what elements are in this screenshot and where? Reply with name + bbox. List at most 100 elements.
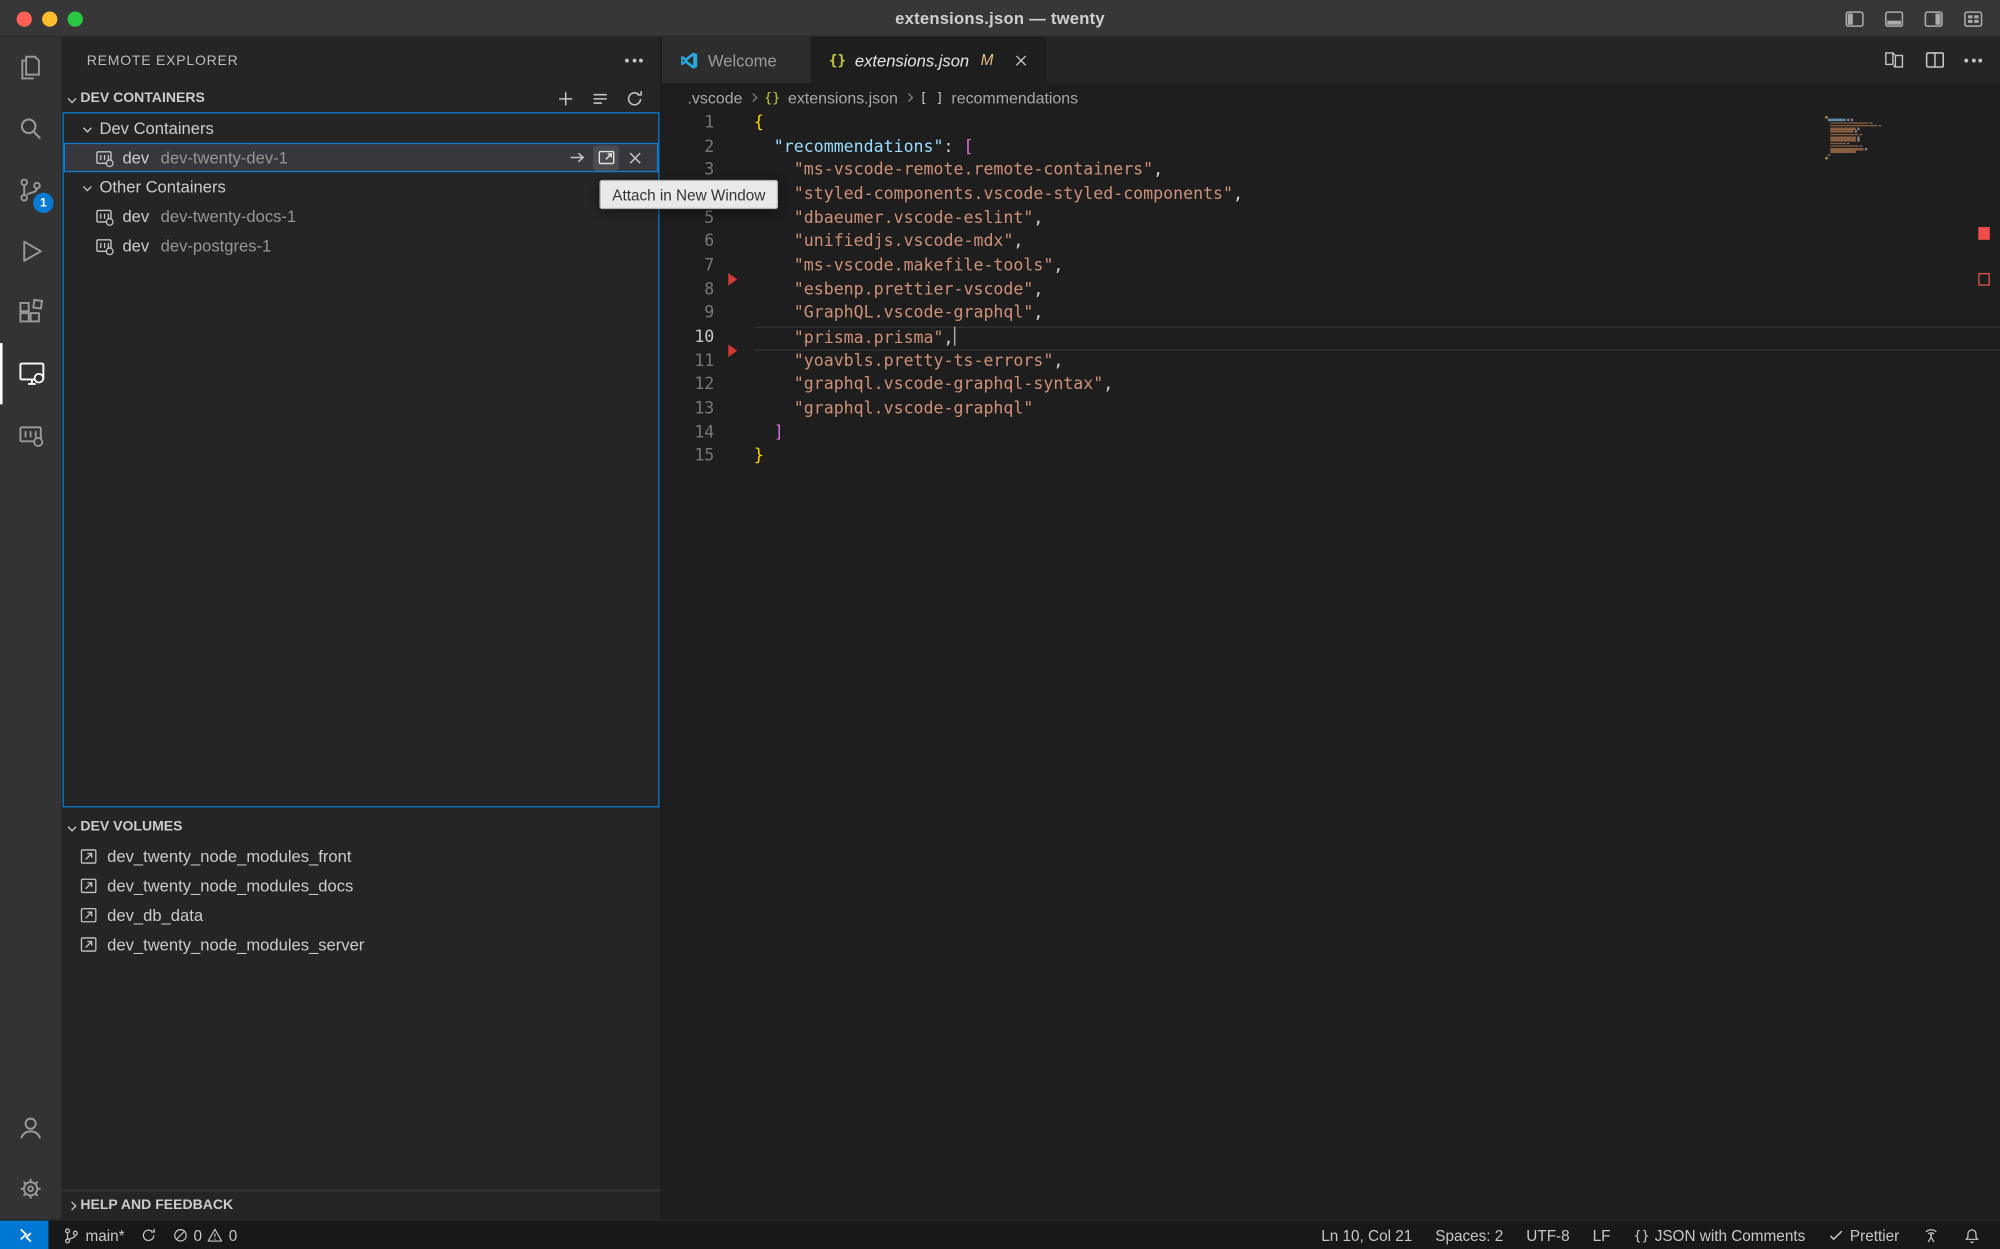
line-number[interactable]: 15 xyxy=(662,445,718,469)
volume-item[interactable]: dev_twenty_node_modules_server xyxy=(61,930,660,959)
check-icon xyxy=(1828,1227,1845,1244)
code-line: "unifiedjs.vscode-mdx", xyxy=(754,231,2000,255)
split-editor-icon[interactable] xyxy=(1923,48,1946,71)
toggle-sidebar-icon[interactable] xyxy=(1843,7,1866,30)
close-tab-icon[interactable] xyxy=(1010,48,1033,71)
line-number[interactable]: 14 xyxy=(662,422,718,446)
section-dev-containers[interactable]: DEV CONTAINERS xyxy=(61,84,660,112)
breadcrumb: .vscode {} extensions.json [ ] recommend… xyxy=(662,83,2000,112)
tree-item-dev-twenty-docs-1[interactable]: dev dev-twenty-docs-1 xyxy=(64,202,658,231)
account-icon xyxy=(15,1112,46,1143)
line-number[interactable]: 6 xyxy=(662,231,718,255)
containers-icon xyxy=(15,420,46,451)
activity-settings[interactable] xyxy=(0,1158,61,1219)
cursor-position-item[interactable]: Ln 10, Col 21 xyxy=(1315,1226,1419,1244)
activity-accounts[interactable] xyxy=(0,1097,61,1158)
run-debug-icon xyxy=(15,236,46,267)
problems-item[interactable]: 0 0 xyxy=(165,1226,243,1244)
activity-extensions[interactable] xyxy=(0,282,61,343)
minimap-line xyxy=(1830,145,1892,147)
activity-source-control[interactable]: 1 xyxy=(0,159,61,220)
close-window-button[interactable] xyxy=(17,11,32,26)
editor-gutter[interactable]: 123456789101112131415 xyxy=(662,112,718,469)
activity-remote-explorer[interactable] xyxy=(0,343,61,404)
code-line: "yoavbls.pretty-ts-errors", xyxy=(754,350,2000,374)
code-line: "GraphQL.vscode-graphql", xyxy=(754,303,2000,327)
indentation-item[interactable]: Spaces: 2 xyxy=(1429,1226,1510,1244)
remote-indicator[interactable] xyxy=(0,1220,48,1249)
title-bar[interactable]: extensions.json — twenty xyxy=(0,0,2000,37)
array-symbol-icon: [ ] xyxy=(920,90,944,105)
section-dev-volumes[interactable]: DEV VOLUMES xyxy=(61,813,660,841)
attach-new-window-icon[interactable] xyxy=(593,145,619,171)
text-cursor xyxy=(954,326,956,345)
chevron-down-icon xyxy=(68,822,77,831)
vscode-window: extensions.json — twenty xyxy=(0,0,2000,1249)
section-help-feedback[interactable]: HELP AND FEEDBACK xyxy=(61,1190,660,1219)
open-changes-icon[interactable] xyxy=(1883,48,1906,71)
code-lines[interactable]: { "recommendations": [ "ms-vscode-remote… xyxy=(718,112,2000,469)
minimap-line xyxy=(1830,128,1892,130)
line-number[interactable]: 13 xyxy=(662,398,718,422)
formatter-item[interactable]: Prettier xyxy=(1822,1226,1906,1244)
notifications-item[interactable] xyxy=(1957,1226,1988,1244)
zoom-window-button[interactable] xyxy=(68,11,83,26)
sync-changes-item[interactable] xyxy=(134,1227,163,1244)
line-number[interactable]: 5 xyxy=(662,207,718,231)
volume-icon xyxy=(79,876,98,895)
line-number[interactable]: 7 xyxy=(662,255,718,279)
customize-layout-icon[interactable] xyxy=(1962,7,1985,30)
tree-item-dev-postgres-1[interactable]: dev dev-postgres-1 xyxy=(64,231,658,260)
line-number[interactable]: 9 xyxy=(662,303,718,327)
breadcrumb-file[interactable]: extensions.json xyxy=(788,89,898,107)
eol-item[interactable]: LF xyxy=(1586,1226,1617,1244)
tree-item-dev-twenty-dev-1[interactable]: dev dev-twenty-dev-1 xyxy=(64,143,658,172)
activity-explorer[interactable] xyxy=(0,37,61,98)
radio-tower-icon xyxy=(1922,1226,1940,1244)
window-traffic-lights[interactable] xyxy=(17,11,83,26)
minimap-line xyxy=(1825,116,1891,118)
tree-group-dev-containers[interactable]: Dev Containers xyxy=(64,114,658,143)
line-number[interactable]: 10 xyxy=(662,326,718,350)
activity-search[interactable] xyxy=(0,98,61,159)
activity-run-debug[interactable] xyxy=(0,221,61,282)
code-editor[interactable]: 123456789101112131415 { "recommendations… xyxy=(662,112,2000,1219)
minimap-line xyxy=(1830,136,1892,138)
minimize-window-button[interactable] xyxy=(42,11,57,26)
scm-badge: 1 xyxy=(33,193,53,213)
volume-icon xyxy=(79,935,98,954)
toggle-panel-icon[interactable] xyxy=(1883,7,1906,30)
toggle-secondary-sidebar-icon[interactable] xyxy=(1922,7,1945,30)
more-actions-icon[interactable] xyxy=(625,59,643,63)
container-icon xyxy=(94,235,114,255)
line-number[interactable]: 11 xyxy=(662,350,718,374)
chevron-right-icon xyxy=(68,1201,77,1210)
add-container-icon[interactable] xyxy=(554,87,577,110)
line-number[interactable]: 1 xyxy=(662,112,718,136)
breadcrumb-separator xyxy=(749,93,758,102)
line-number[interactable]: 2 xyxy=(662,136,718,160)
line-number[interactable]: 8 xyxy=(662,279,718,303)
volume-item[interactable]: dev_twenty_node_modules_docs xyxy=(61,871,660,900)
tab-extensions-json[interactable]: {} extensions.json M xyxy=(811,37,1046,83)
minimap-line xyxy=(1830,125,1892,127)
git-branch-item[interactable]: main* xyxy=(56,1226,131,1244)
encoding-item[interactable]: UTF-8 xyxy=(1520,1226,1576,1244)
ports-item[interactable] xyxy=(1916,1226,1947,1244)
breadcrumb-folder[interactable]: .vscode xyxy=(688,89,743,107)
tree-group-other-containers[interactable]: Other Containers xyxy=(64,172,658,201)
tab-welcome[interactable]: Welcome xyxy=(662,37,811,83)
volume-item[interactable]: dev_db_data xyxy=(61,901,660,930)
more-actions-icon[interactable] xyxy=(1964,58,1982,62)
minimap[interactable] xyxy=(1825,116,1891,160)
code-line: "dbaeumer.vscode-eslint", xyxy=(754,207,2000,231)
close-icon[interactable] xyxy=(622,145,648,171)
activity-containers[interactable] xyxy=(0,404,61,465)
refresh-icon[interactable] xyxy=(622,87,645,110)
line-number[interactable]: 12 xyxy=(662,374,718,398)
options-icon[interactable] xyxy=(588,87,611,110)
breadcrumb-symbol[interactable]: recommendations xyxy=(951,89,1078,107)
attach-container-icon[interactable] xyxy=(564,145,590,171)
volume-item[interactable]: dev_twenty_node_modules_front xyxy=(61,842,660,871)
language-mode-item[interactable]: {} JSON with Comments xyxy=(1627,1226,1812,1244)
